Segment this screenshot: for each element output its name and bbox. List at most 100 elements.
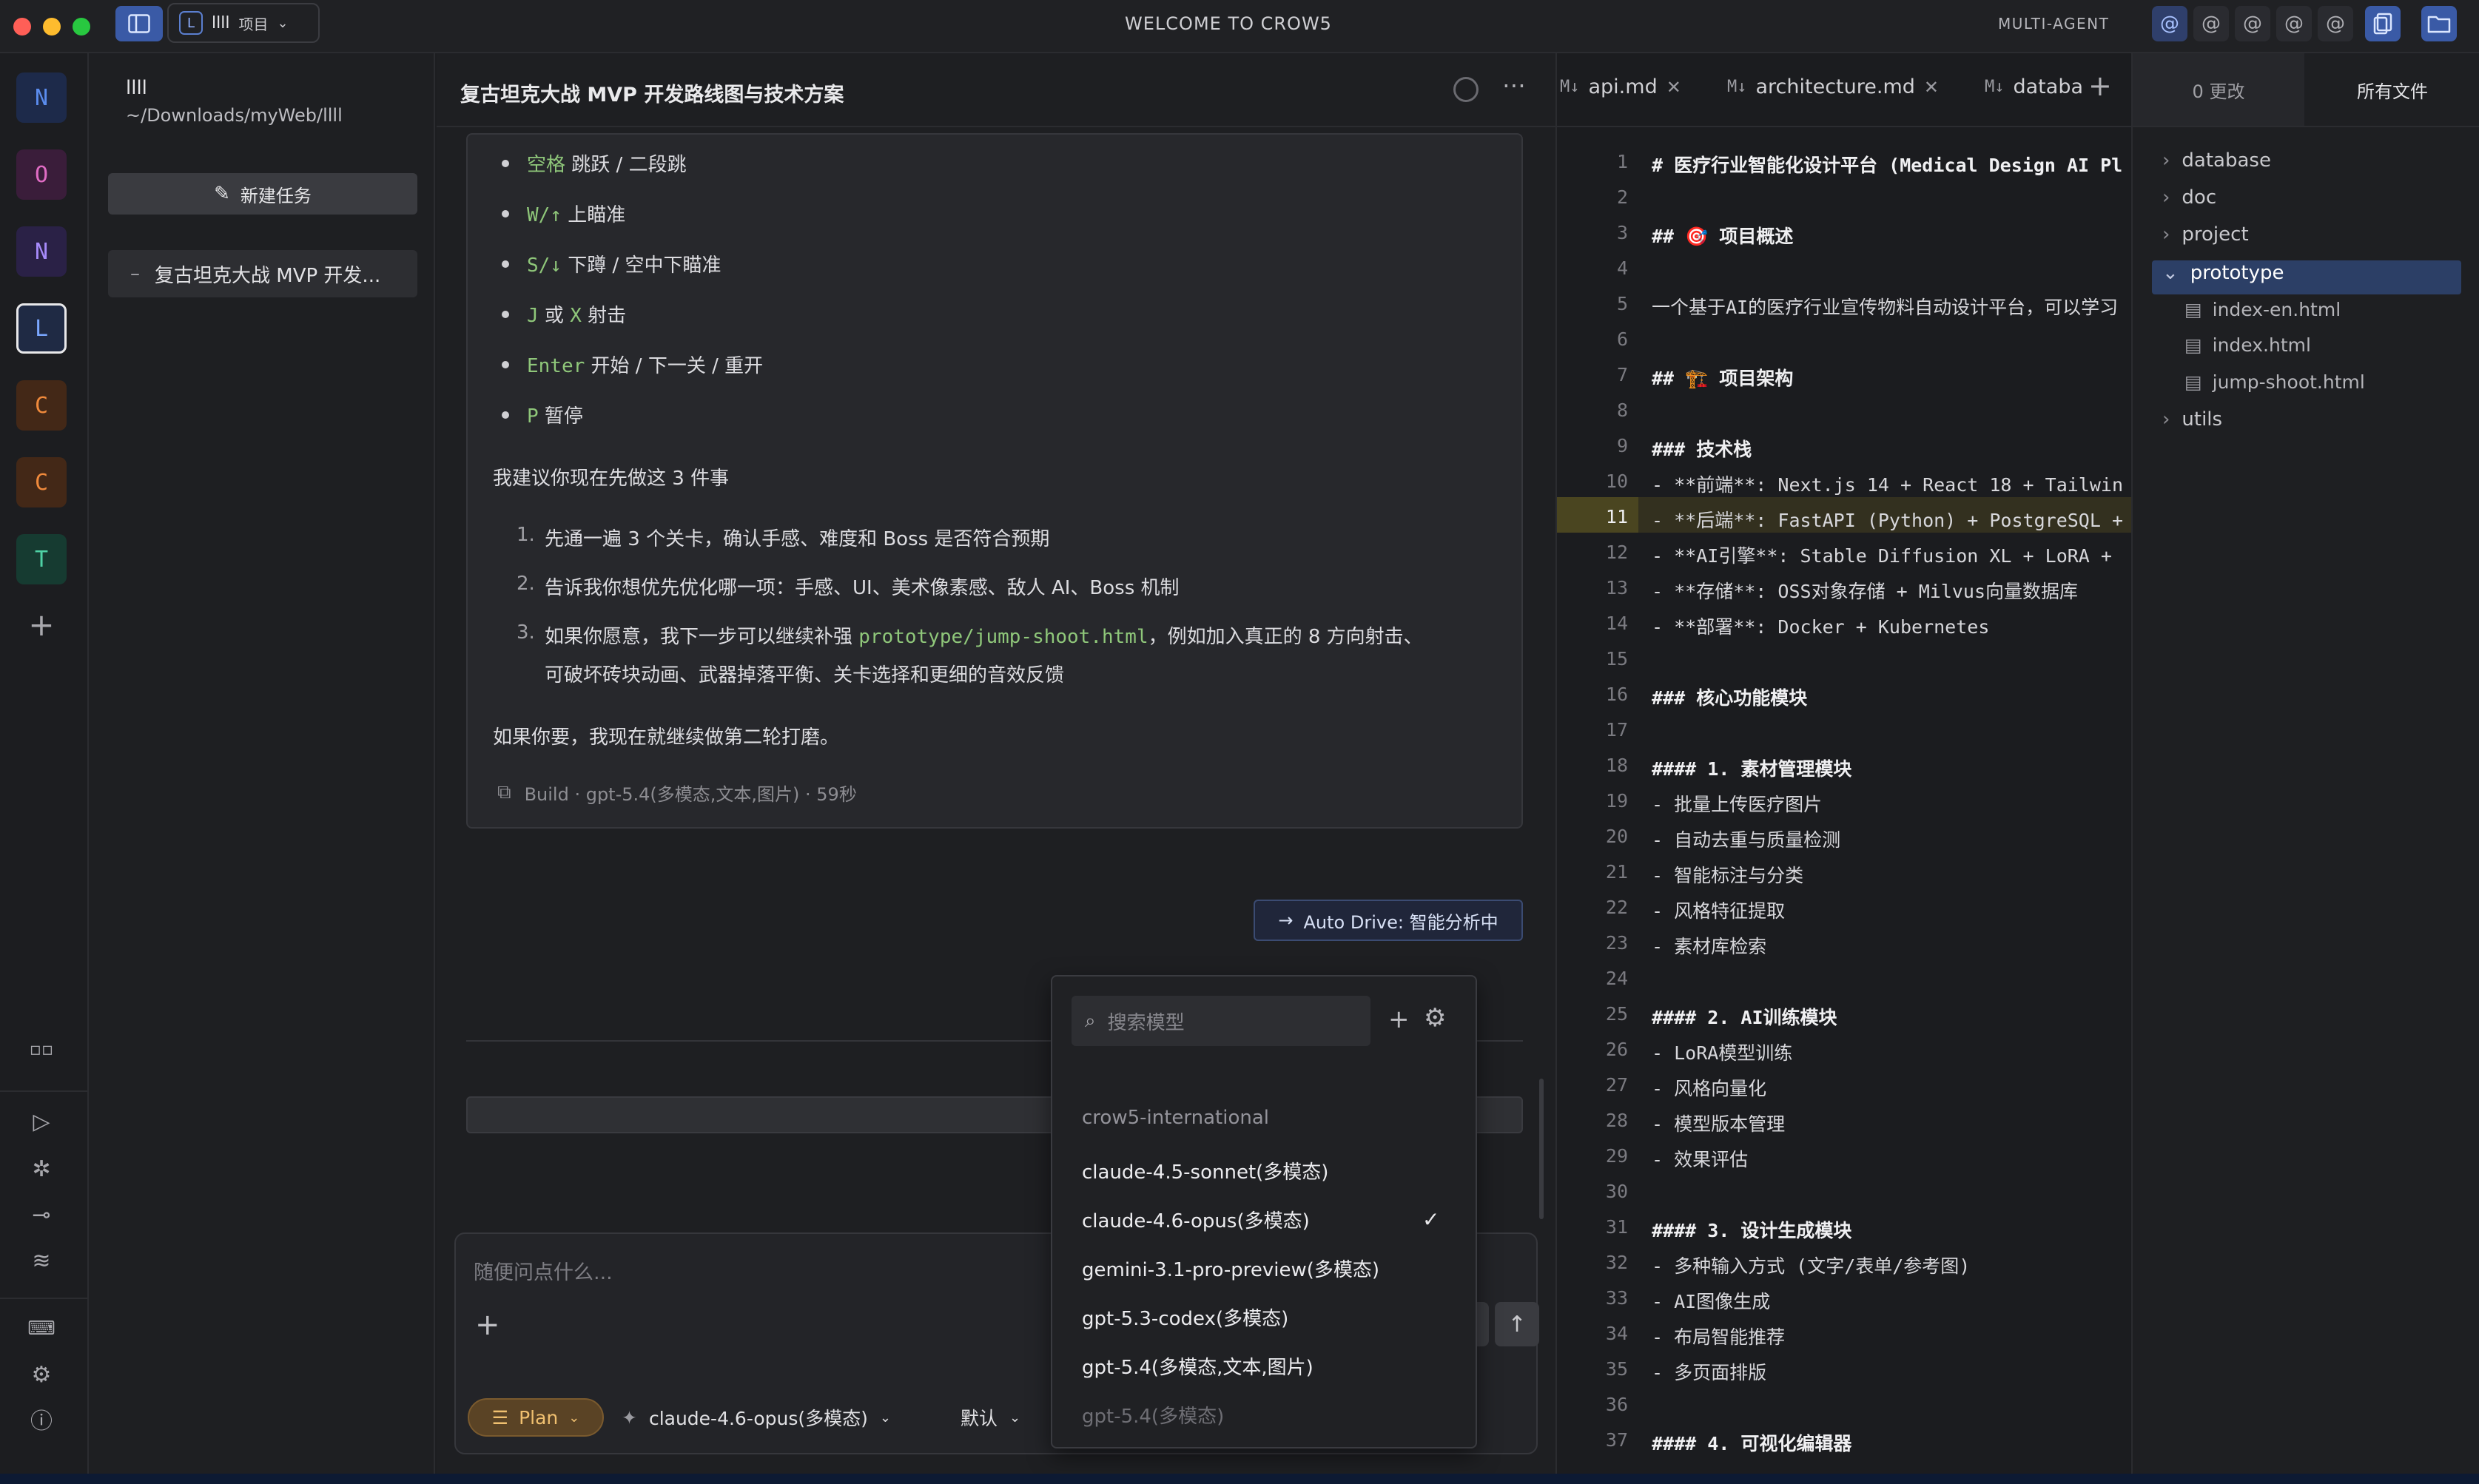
- model-dropdown: ⌕ 搜索模型 + ⚙ crow5-international claude-4.…: [1051, 975, 1477, 1448]
- agent-3-button[interactable]: @: [2235, 6, 2270, 41]
- minimize-window-button[interactable]: [43, 18, 61, 36]
- auto-drive-button[interactable]: → Auto Drive: 智能分析中: [1254, 900, 1523, 941]
- chat-input[interactable]: 随便问点什么...: [474, 1256, 613, 1285]
- workspace-letter: L: [34, 315, 49, 342]
- apps-icon[interactable]: ▫▫: [27, 1034, 56, 1064]
- folder-utils[interactable]: › utils: [2162, 408, 2222, 431]
- workspace-n-1[interactable]: N: [16, 72, 67, 123]
- code-line: - **后端**: FastAPI (Python) + PostgreSQL …: [1652, 510, 2123, 531]
- model-option[interactable]: gpt-5.4(多模态,文本,图片): [1082, 1352, 1314, 1380]
- toggle-sidebar-button[interactable]: [115, 6, 163, 41]
- spiral-icon: @: [2160, 13, 2179, 35]
- chevron-right-icon: ›: [2162, 408, 2170, 431]
- database-icon[interactable]: ≋: [27, 1246, 56, 1275]
- line-number: 13: [1605, 577, 1628, 598]
- workspace-letter: C: [34, 392, 49, 419]
- task-list-item[interactable]: – 复古坦克大战 MVP 开发...: [108, 250, 417, 297]
- agent-2-button[interactable]: @: [2193, 6, 2229, 41]
- workspace-l-active[interactable]: L: [16, 303, 67, 354]
- more-icon[interactable]: ⋯: [1502, 71, 1526, 99]
- folder-database[interactable]: › database: [2162, 149, 2271, 172]
- chevron-down-icon: ⌄: [568, 1409, 580, 1426]
- folder-doc[interactable]: › doc: [2162, 186, 2216, 209]
- model-search-field[interactable]: ⌕ 搜索模型: [1072, 996, 1370, 1046]
- model-option[interactable]: gemini-3.1-pro-preview(多模态): [1082, 1255, 1379, 1282]
- model-option[interactable]: claude-4.5-sonnet(多模态): [1082, 1157, 1328, 1184]
- line-number: 36: [1605, 1394, 1628, 1415]
- tab-changes[interactable]: 0 更改: [2133, 53, 2304, 126]
- arrow-up-icon: ↑: [1507, 1311, 1527, 1338]
- chevron-down-icon: ⌄: [277, 15, 289, 31]
- plan-mode-selector[interactable]: ☰ Plan ⌄: [468, 1398, 604, 1437]
- chat-header: 复古坦克大战 MVP 开发路线图与技术方案 ⋯: [437, 53, 1555, 127]
- close-icon[interactable]: ✕: [1666, 77, 1681, 98]
- code-editor: M↓ api.md ✕ M↓ architecture.md ✕ M↓ databa + …: [1555, 53, 2133, 1474]
- line-number: 1: [1616, 151, 1628, 172]
- folder-label: doc: [2182, 186, 2217, 209]
- copy-icon[interactable]: ⧉: [497, 781, 511, 804]
- code-line: - AI图像生成: [1652, 1291, 1771, 1312]
- agent-4-button[interactable]: @: [2276, 6, 2312, 41]
- send-button[interactable]: ↑: [1495, 1302, 1539, 1346]
- step-number: 1.: [517, 524, 535, 546]
- close-icon[interactable]: ✕: [1924, 77, 1939, 98]
- add-model-icon[interactable]: +: [1388, 1005, 1410, 1034]
- bottom-edge: [0, 1474, 2479, 1484]
- attach-button[interactable]: +: [475, 1308, 500, 1342]
- model-option-selected[interactable]: claude-4.6-opus(多模态): [1082, 1206, 1310, 1233]
- debug-icon[interactable]: ✲: [27, 1154, 56, 1184]
- folder-prototype[interactable]: ⌄ prototype: [2162, 262, 2284, 284]
- project-selector[interactable]: L llll 项目 ⌄: [167, 3, 320, 43]
- run-icon[interactable]: ▷: [27, 1107, 56, 1136]
- workspace-o[interactable]: O: [16, 149, 67, 200]
- tab-label: api.md: [1588, 75, 1658, 98]
- workspace-c-2[interactable]: C: [16, 457, 67, 507]
- copy-files-button[interactable]: [2365, 6, 2401, 41]
- code-line: - **部署**: Docker + Kubernetes: [1652, 616, 1990, 638]
- folder-project[interactable]: › project: [2162, 223, 2249, 246]
- tab-all-files[interactable]: 所有文件: [2304, 53, 2479, 126]
- tab-database[interactable]: M↓ databa: [1985, 75, 2096, 98]
- edit-icon: ✎: [214, 183, 230, 205]
- model-option[interactable]: gpt-5.3-codex(多模态): [1082, 1303, 1288, 1331]
- file-index-en-html[interactable]: ▤ index-en.html: [2184, 299, 2341, 320]
- bullet: [502, 160, 509, 167]
- model-option[interactable]: gpt-5.4(多模态): [1082, 1401, 1224, 1429]
- project-suffix: 项目: [238, 15, 269, 33]
- agent-5-button[interactable]: @: [2318, 6, 2353, 41]
- line-number: 23: [1605, 932, 1628, 954]
- control-line: P 暂停: [527, 405, 583, 428]
- list-icon: ☰: [491, 1406, 509, 1429]
- file-path-link[interactable]: prototype/jump-shoot.html: [858, 626, 1148, 648]
- help-icon[interactable]: ⓘ: [27, 1404, 56, 1434]
- bullet: [502, 311, 509, 318]
- workspace-letter: T: [34, 546, 49, 573]
- new-tab-icon[interactable]: +: [2088, 70, 2112, 102]
- file-index-html[interactable]: ▤ index.html: [2184, 334, 2311, 356]
- add-icon[interactable]: +: [27, 607, 56, 643]
- file-jump-shoot-html[interactable]: ▤ jump-shoot.html: [2184, 371, 2365, 393]
- tab-api-md[interactable]: M↓ api.md ✕: [1560, 75, 1681, 98]
- chat-scrollbar[interactable]: [1539, 1079, 1544, 1219]
- workspace-n-2[interactable]: N: [16, 226, 67, 277]
- default-selector[interactable]: 默认 ⌄: [961, 1404, 1020, 1431]
- maximize-window-button[interactable]: [73, 18, 90, 36]
- folder-label: database: [2182, 149, 2271, 172]
- status-circle-icon[interactable]: [1453, 77, 1479, 102]
- workspace-t[interactable]: T: [16, 534, 67, 584]
- model-selector[interactable]: ✦ claude-4.6-opus(多模态) ⌄: [622, 1404, 891, 1431]
- folder-button[interactable]: [2421, 6, 2457, 41]
- workspace-c-1[interactable]: C: [16, 380, 67, 431]
- code-line: - **AI引擎**: Stable Diffusion XL + LoRA +: [1652, 545, 2112, 567]
- agent-1-button[interactable]: @: [2152, 6, 2187, 41]
- close-window-button[interactable]: [13, 18, 31, 36]
- settings-icon[interactable]: ⚙: [27, 1360, 56, 1389]
- git-commit-icon[interactable]: ⊸: [27, 1200, 56, 1230]
- tab-architecture-md[interactable]: M↓ architecture.md ✕: [1727, 75, 1939, 98]
- terminal-icon[interactable]: ⌨: [27, 1314, 56, 1343]
- code-line: - **存储**: OSS对象存储 + Milvus向量数据库: [1652, 581, 2079, 602]
- new-task-button[interactable]: ✎ 新建任务: [108, 173, 417, 215]
- code-line: - **前端**: Next.js 14 + React 18 + Tailwi…: [1652, 474, 2123, 496]
- chevron-down-icon: ⌄: [879, 1409, 891, 1426]
- gear-icon[interactable]: ⚙: [1424, 1003, 1446, 1033]
